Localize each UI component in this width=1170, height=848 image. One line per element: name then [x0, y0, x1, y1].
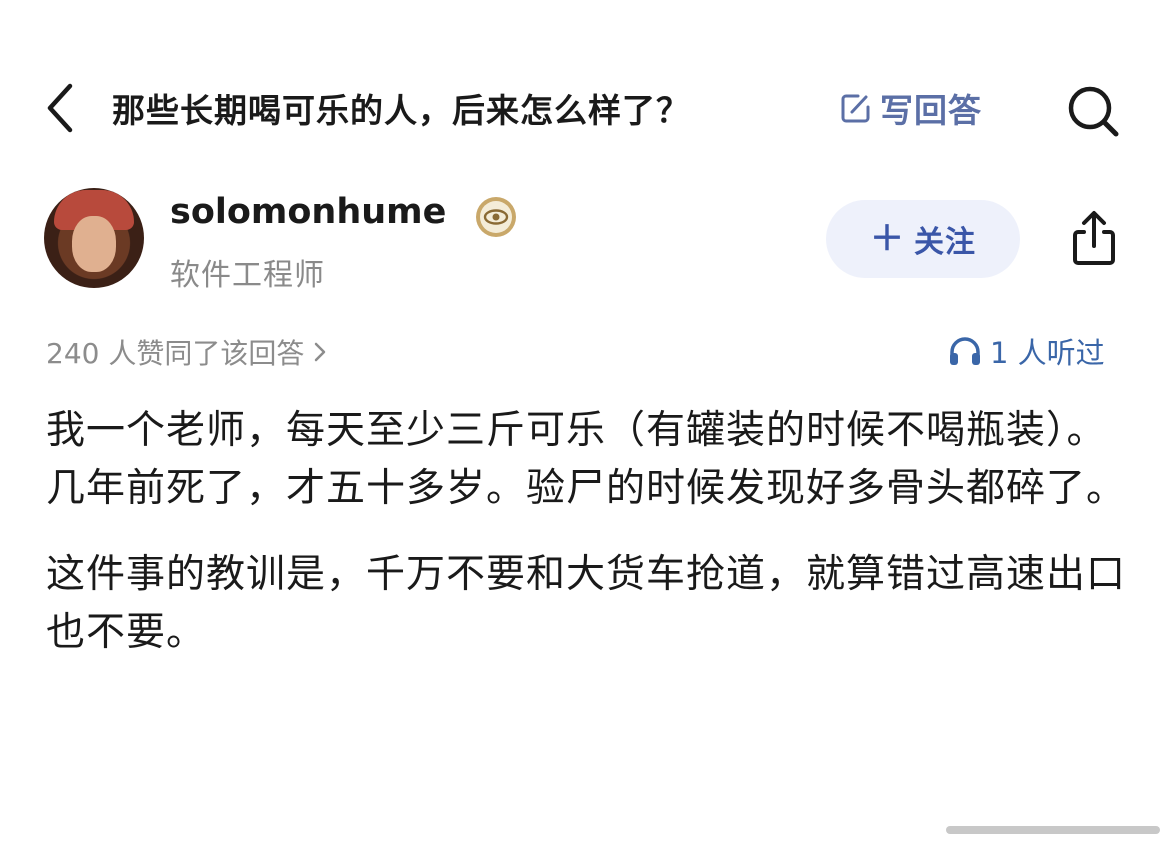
avatar[interactable] — [44, 188, 144, 288]
write-answer-button[interactable]: 写回答 — [838, 84, 982, 132]
answer-paragraph: 这件事的教训是，千万不要和大货车抢道，就算错过高速出口也不要。 — [46, 552, 1127, 655]
listen-count[interactable]: 1 人听过 — [948, 330, 1105, 372]
vote-count-text: 240 人赞同了该回答 — [46, 337, 305, 370]
author-title: 软件工程师 — [170, 258, 325, 293]
share-icon — [1073, 211, 1115, 265]
plus-icon: ＋ — [870, 219, 904, 259]
write-answer-label: 写回答 — [880, 91, 982, 130]
listen-count-text: 1 人听过 — [990, 336, 1105, 370]
follow-label: 关注 — [914, 225, 976, 260]
answer-paragraph: 我一个老师，每天至少三斤可乐（有罐装的时候不喝瓶装）。几年前死了，才五十多岁。验… — [46, 408, 1127, 511]
author-name[interactable]: solomonhume — [170, 192, 446, 232]
back-button[interactable] — [40, 80, 90, 136]
share-button[interactable] — [1066, 208, 1122, 268]
headphones-icon — [950, 337, 980, 365]
question-title[interactable]: 那些长期喝可乐的人，后来怎么样了？ — [112, 84, 690, 132]
vote-count-link[interactable]: 240 人赞同了该回答 — [46, 332, 328, 372]
badge-icon — [474, 195, 518, 239]
home-indicator[interactable] — [946, 826, 1160, 834]
back-chevron-icon — [47, 83, 73, 133]
search-button[interactable] — [1064, 82, 1122, 140]
chevron-right-icon — [315, 342, 326, 362]
search-icon — [1068, 86, 1119, 137]
answer-body: 我一个老师，每天至少三斤可乐（有罐装的时候不喝瓶装）。几年前死了，才五十多岁。验… — [46, 402, 1126, 690]
edit-icon — [841, 94, 870, 123]
follow-button[interactable]: ＋ 关注 — [826, 200, 1020, 278]
